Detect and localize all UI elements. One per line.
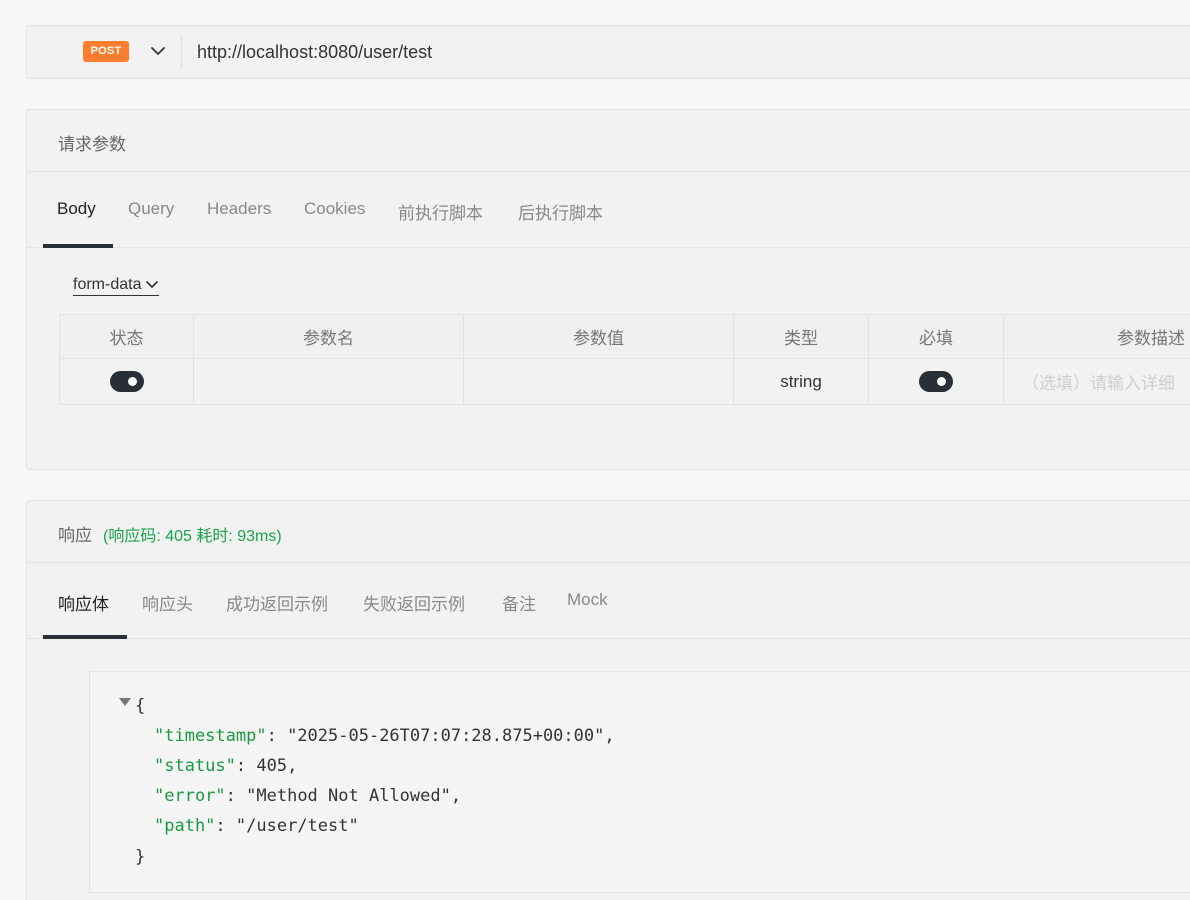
panel-title: 响应 [58, 526, 92, 545]
param-description-input[interactable]: （选填）请输入详细 [1003, 358, 1190, 405]
col-header-required: 必填 [868, 314, 1004, 359]
tab-cookies[interactable]: Cookies [304, 199, 365, 219]
tab-body[interactable]: Body [57, 199, 96, 219]
request-params-header: 请求参数 [27, 110, 1190, 172]
table-row: string （选填）请输入详细 [59, 358, 1190, 405]
response-tabs: 响应体 响应头 成功返回示例 失败返回示例 备注 Mock [27, 563, 1190, 639]
param-name-input[interactable] [193, 358, 464, 405]
tab-notes[interactable]: 备注 [502, 590, 536, 615]
json-key-timestamp: "timestamp" [154, 726, 267, 746]
collapse-triangle-icon[interactable] [119, 698, 131, 706]
param-value-input[interactable] [463, 358, 734, 405]
response-status: (响应码: 405 耗时: 93ms) [103, 528, 282, 545]
json-value-status: 405 [256, 756, 288, 776]
response-header: 响应 (响应码: 405 耗时: 93ms) [27, 501, 1190, 563]
json-key-error: "error" [154, 786, 226, 806]
required-toggle[interactable] [919, 371, 953, 392]
method-badge[interactable]: POST [83, 41, 129, 62]
url-divider [181, 35, 182, 69]
json-value-path: /user/test [246, 816, 349, 836]
active-tab-indicator [43, 635, 127, 639]
json-line-status: "status": 405, [154, 756, 298, 776]
body-type-label: form-data [73, 276, 142, 293]
body-type-select[interactable]: form-data [73, 276, 160, 296]
tab-pre-script[interactable]: 前执行脚本 [398, 199, 483, 224]
chevron-down-icon[interactable] [149, 42, 167, 60]
response-body-viewer: { "timestamp": "2025-05-26T07:07:28.875+… [89, 671, 1190, 893]
request-url-bar: POST http://localhost:8080/user/test [26, 25, 1190, 79]
chevron-down-icon [146, 280, 159, 288]
params-table: 状态 参数名 参数值 类型 必填 参数描述 string （选填）请输入详细 [59, 314, 1190, 405]
tab-response-body[interactable]: 响应体 [58, 590, 109, 615]
response-panel: 响应 (响应码: 405 耗时: 93ms) 响应体 响应头 成功返回示例 失败… [26, 500, 1190, 900]
col-header-type: 类型 [733, 314, 869, 359]
status-cell [59, 358, 194, 405]
json-value-error: Method Not Allowed [256, 786, 441, 806]
request-params-panel: 请求参数 Body Query Headers Cookies 前执行脚本 后执… [26, 109, 1190, 470]
col-header-status: 状态 [59, 314, 194, 359]
json-value-timestamp: 2025-05-26T07:07:28.875+00:00 [297, 726, 595, 746]
panel-title: 请求参数 [58, 135, 126, 154]
col-header-description: 参数描述 [1003, 314, 1190, 359]
json-line-error: "error": "Method Not Allowed", [154, 786, 462, 806]
col-header-name: 参数名 [193, 314, 464, 359]
json-line-timestamp: "timestamp": "2025-05-26T07:07:28.875+00… [154, 726, 615, 746]
tab-headers[interactable]: Headers [207, 199, 271, 219]
enabled-toggle[interactable] [109, 371, 144, 392]
col-header-value: 参数值 [463, 314, 734, 359]
param-type-select[interactable]: string [733, 358, 869, 405]
tab-post-script[interactable]: 后执行脚本 [518, 199, 603, 224]
json-close-brace: } [135, 847, 146, 867]
url-input[interactable]: http://localhost:8080/user/test [197, 42, 432, 63]
tab-mock[interactable]: Mock [567, 590, 608, 610]
required-cell [868, 358, 1004, 405]
tab-response-headers[interactable]: 响应头 [142, 590, 193, 615]
table-header-row: 状态 参数名 参数值 类型 必填 参数描述 [59, 314, 1190, 359]
json-open-brace: { [135, 696, 146, 716]
tab-query[interactable]: Query [128, 199, 174, 219]
json-key-status: "status" [154, 756, 236, 776]
tab-failure-example[interactable]: 失败返回示例 [363, 590, 465, 615]
json-key-path: "path" [154, 816, 216, 836]
request-tabs: Body Query Headers Cookies 前执行脚本 后执行脚本 [27, 172, 1190, 248]
tab-success-example[interactable]: 成功返回示例 [226, 590, 328, 615]
json-line-path: "path": "/user/test" [154, 816, 359, 836]
active-tab-indicator [43, 244, 113, 248]
